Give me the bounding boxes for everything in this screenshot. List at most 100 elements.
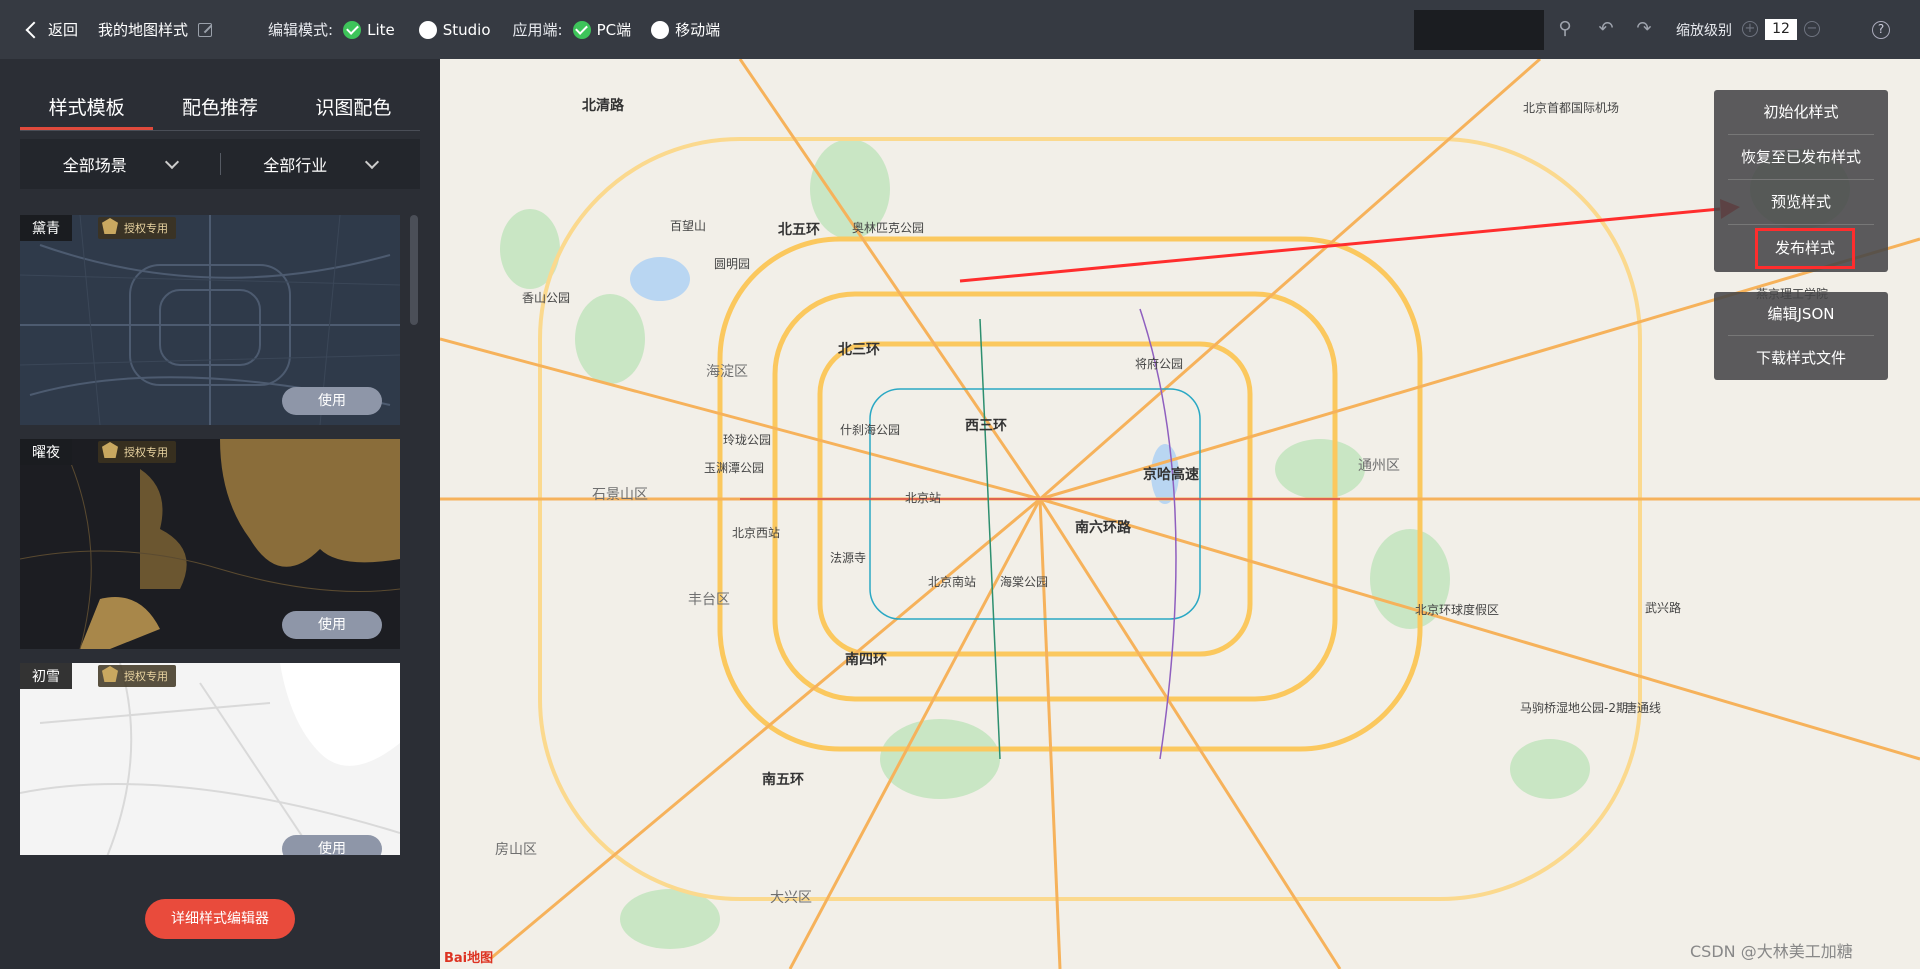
tab-color-recommend[interactable]: 配色推荐 bbox=[153, 89, 286, 130]
top-toolbar: 返回 我的地图样式 编辑模式: Lite Studio 应用端: PC端 移动端… bbox=[0, 0, 1920, 59]
mode-studio-label: Studio bbox=[442, 20, 491, 39]
preview-style-button[interactable]: 预览样式 bbox=[1728, 180, 1874, 225]
map-label: 北三环 bbox=[838, 342, 880, 358]
use-template-button[interactable]: 使用 bbox=[282, 387, 382, 415]
district-label: 海淀区 bbox=[706, 364, 748, 380]
edit-json-button[interactable]: 编辑JSON bbox=[1728, 292, 1874, 336]
district-label: 丰台区 bbox=[688, 592, 730, 608]
map-label: 北京首都国际机场 bbox=[1523, 101, 1620, 115]
map-label: 北五环 bbox=[778, 222, 820, 238]
map-label: 京哈高速 bbox=[1143, 467, 1199, 483]
undo-icon[interactable]: ↶ bbox=[1596, 19, 1616, 39]
map-label: 北清路 bbox=[582, 98, 624, 114]
check-icon bbox=[572, 20, 591, 39]
template-card-chuxue[interactable]: 初雪 授权专用 使用 bbox=[20, 662, 400, 855]
template-name: 初雪 bbox=[20, 663, 72, 689]
platform-label: 应用端: bbox=[512, 21, 563, 39]
zoom-out-icon[interactable]: − bbox=[1804, 21, 1820, 37]
tab-style-templates[interactable]: 样式模板 bbox=[20, 89, 154, 130]
download-style-button[interactable]: 下载样式文件 bbox=[1728, 336, 1874, 380]
template-name: 曜夜 bbox=[20, 439, 72, 465]
search-input[interactable] bbox=[1414, 10, 1544, 50]
map-label: 南五环 bbox=[762, 772, 804, 788]
edit-icon[interactable] bbox=[198, 22, 213, 37]
scene-filter-dropdown[interactable]: 全部场景 bbox=[20, 152, 220, 176]
map-label: 奥林匹克公园 bbox=[852, 221, 925, 235]
map-label: 百望山 bbox=[670, 219, 707, 233]
redo-icon[interactable]: ↷ bbox=[1634, 19, 1654, 39]
map-label: 北京环球度假区 bbox=[1415, 603, 1500, 617]
platform-mobile-label: 移动端 bbox=[675, 21, 721, 39]
edit-mode-label: 编辑模式: bbox=[268, 21, 334, 39]
template-card-daiqing[interactable]: 黛青 授权专用 使用 bbox=[20, 215, 400, 426]
chevron-down-icon bbox=[164, 154, 179, 169]
page-title: 我的地图样式 bbox=[98, 21, 189, 39]
map-label: 北京西站 bbox=[732, 526, 781, 540]
map-label: 玲珑公园 bbox=[723, 433, 772, 447]
back-label: 返回 bbox=[48, 21, 79, 39]
chevron-down-icon bbox=[365, 154, 380, 169]
map-logo: Bai地图 bbox=[444, 951, 494, 966]
map-label: 海棠公园 bbox=[1000, 575, 1049, 589]
template-card-yaoye[interactable]: 曜夜 授权专用 使用 bbox=[20, 438, 400, 650]
map-canvas[interactable]: 北清路 北五环 北三环 西三环 南四环 南五环 京哈高速 南六环路 海淀区 石景… bbox=[440, 59, 1920, 969]
tab-image-color[interactable]: 识图配色 bbox=[287, 89, 420, 130]
help-icon[interactable]: ? bbox=[1872, 21, 1890, 39]
map-roads bbox=[440, 59, 1920, 969]
map-label: 什刹海公园 bbox=[840, 423, 901, 437]
watermark: CSDN @大林美工加糖 bbox=[1690, 942, 1853, 961]
template-preview-image bbox=[20, 662, 400, 855]
mode-lite-label: Lite bbox=[367, 20, 395, 39]
map-label: 北京站 bbox=[905, 491, 942, 505]
map-label: 将府公园 bbox=[1135, 357, 1184, 371]
platform-pc-radio[interactable]: PC端 bbox=[572, 19, 632, 40]
detail-editor-button[interactable]: 详细样式编辑器 bbox=[145, 899, 295, 939]
mode-studio-radio[interactable]: Studio bbox=[418, 20, 491, 39]
style-tabs: 样式模板 配色推荐 识图配色 bbox=[20, 89, 420, 131]
scene-filter-label: 全部场景 bbox=[62, 156, 127, 175]
industry-filter-dropdown[interactable]: 全部行业 bbox=[221, 152, 421, 176]
zoom-label: 缩放级别 bbox=[1676, 23, 1732, 39]
district-label: 房山区 bbox=[495, 842, 537, 858]
use-template-button[interactable]: 使用 bbox=[282, 835, 382, 855]
template-list: 黛青 授权专用 使用 曜夜 授权专用 使用 初雪 授权专用 使用 bbox=[20, 215, 400, 855]
map-label: 法源寺 bbox=[830, 551, 867, 565]
map-label: 西三环 bbox=[965, 418, 1007, 434]
check-icon bbox=[343, 20, 362, 39]
map-label: 圆明园 bbox=[714, 257, 751, 271]
back-button[interactable]: 返回 bbox=[25, 19, 79, 40]
radio-icon bbox=[418, 20, 437, 39]
map-label: 唐通线 bbox=[1625, 701, 1662, 715]
map-label: 马驹桥湿地公园-2期 bbox=[1520, 701, 1628, 715]
platform-mobile-radio[interactable]: 移动端 bbox=[651, 19, 720, 40]
scrollbar[interactable] bbox=[410, 215, 418, 325]
chevron-left-icon bbox=[25, 21, 43, 38]
auth-badge: 授权专用 bbox=[98, 217, 176, 239]
map-label: 南六环路 bbox=[1075, 520, 1131, 536]
use-template-button[interactable]: 使用 bbox=[282, 611, 382, 639]
style-action-menu: 初始化样式 恢复至已发布样式 预览样式 发布样式 bbox=[1714, 90, 1888, 272]
template-name: 黛青 bbox=[20, 215, 72, 241]
map-label: 香山公园 bbox=[522, 291, 571, 305]
map-label: 武兴路 bbox=[1645, 601, 1682, 615]
industry-filter-label: 全部行业 bbox=[263, 156, 328, 175]
search-icon[interactable]: ⚲ bbox=[1555, 19, 1575, 39]
json-action-menu: 编辑JSON 下载样式文件 bbox=[1714, 292, 1888, 380]
map-label: 南四环 bbox=[845, 652, 887, 668]
mode-lite-radio[interactable]: Lite bbox=[343, 20, 395, 39]
sidebar: 样式模板 配色推荐 识图配色 全部场景 全部行业 黛青 授权专用 使用 曜夜 授… bbox=[0, 59, 440, 969]
district-label: 通州区 bbox=[1358, 458, 1400, 474]
district-label: 大兴区 bbox=[770, 890, 812, 906]
platform-pc-label: PC端 bbox=[596, 21, 632, 39]
zoom-level-input[interactable]: 12 bbox=[1765, 19, 1797, 40]
init-style-button[interactable]: 初始化样式 bbox=[1728, 90, 1874, 135]
map-label: 北京南站 bbox=[928, 575, 977, 589]
district-label: 石景山区 bbox=[592, 487, 648, 503]
zoom-in-icon[interactable]: + bbox=[1742, 21, 1758, 37]
filter-bar: 全部场景 全部行业 bbox=[20, 139, 420, 189]
auth-badge: 授权专用 bbox=[98, 441, 176, 463]
map-label: 玉渊潭公园 bbox=[704, 461, 765, 475]
auth-badge: 授权专用 bbox=[98, 665, 176, 687]
restore-published-button[interactable]: 恢复至已发布样式 bbox=[1728, 135, 1874, 180]
publish-style-button[interactable]: 发布样式 bbox=[1755, 228, 1855, 269]
